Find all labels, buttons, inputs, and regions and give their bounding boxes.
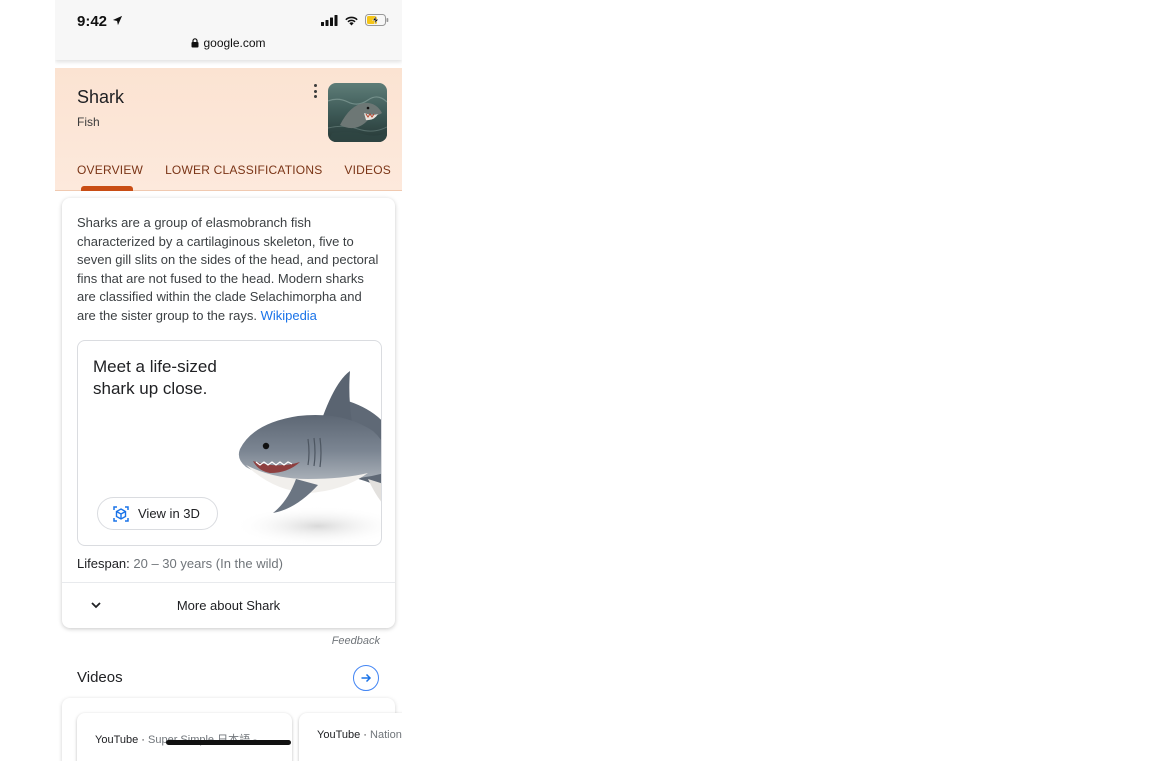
ar-prompt-text: Meet a life-sized shark up close. <box>93 357 217 398</box>
arrow-right-icon <box>361 673 372 683</box>
lock-icon <box>191 38 199 48</box>
tab-videos[interactable]: VIDEOS <box>344 163 391 177</box>
video-channel: Nation <box>370 729 402 741</box>
wifi-icon <box>345 16 358 25</box>
status-time: 9:42 <box>77 13 108 30</box>
active-tab-indicator <box>81 186 133 191</box>
lifespan-row: Lifespan: 20 – 30 years (In the wild) <box>77 556 283 571</box>
view-in-3d-button[interactable]: View in 3D <box>97 497 218 530</box>
phone-screen: 9:42 google.com Shark Fish OVERVIEW LOWE… <box>55 0 402 761</box>
video-card[interactable]: YouTube · Super Simple 日本語 - <box>77 713 292 761</box>
lifespan-label: Lifespan: <box>77 556 130 571</box>
url-text: google.com <box>203 36 266 50</box>
battery-charging-icon <box>365 14 389 26</box>
status-bar: 9:42 google.com <box>55 0 402 60</box>
video-platform: YouTube <box>95 734 139 746</box>
wikipedia-link[interactable]: Wikipedia <box>261 308 317 323</box>
entity-tabs: OVERVIEW LOWER CLASSIFICATIONS VIDEOS NE <box>77 163 402 177</box>
address-bar[interactable]: google.com <box>55 36 402 50</box>
location-arrow-icon <box>112 15 123 26</box>
entity-thumbnail[interactable] <box>328 83 387 142</box>
3d-cube-icon <box>113 505 129 522</box>
more-about-label: More about Shark <box>176 598 281 613</box>
entity-subtitle: Fish <box>77 115 100 129</box>
shark-photo-image <box>328 83 387 142</box>
signal-icon <box>321 14 338 26</box>
videos-section-title: Videos <box>77 669 123 686</box>
home-indicator[interactable] <box>166 740 291 745</box>
entity-title: Shark <box>77 87 125 107</box>
status-icons <box>321 14 389 26</box>
entity-description: Sharks are a group of elasmobranch fish … <box>77 214 383 325</box>
ar-preview-card[interactable]: Meet a life-sized shark up close. View i… <box>77 340 382 546</box>
more-options-icon[interactable] <box>309 82 321 100</box>
view-in-3d-label: View in 3D <box>138 506 200 521</box>
video-platform: YouTube <box>317 729 361 741</box>
knowledge-panel-header: Shark Fish OVERVIEW LOWER CLASSIFICATION… <box>55 68 402 191</box>
more-about-button[interactable]: More about Shark <box>62 583 395 628</box>
video-card[interactable]: YouTube · Nation <box>299 713 402 761</box>
shark-3d-image <box>233 371 381 545</box>
videos-more-button[interactable] <box>353 665 379 691</box>
feedback-link[interactable]: Feedback <box>332 635 380 647</box>
tab-overview[interactable]: OVERVIEW <box>77 163 143 177</box>
lifespan-value: 20 – 30 years (In the wild) <box>133 556 283 571</box>
description-text: Sharks are a group of elasmobranch fish … <box>77 215 379 323</box>
tab-lower-classifications[interactable]: LOWER CLASSIFICATIONS <box>165 163 322 177</box>
video-source: YouTube · Nation <box>317 729 402 741</box>
overview-card: Sharks are a group of elasmobranch fish … <box>62 198 395 628</box>
